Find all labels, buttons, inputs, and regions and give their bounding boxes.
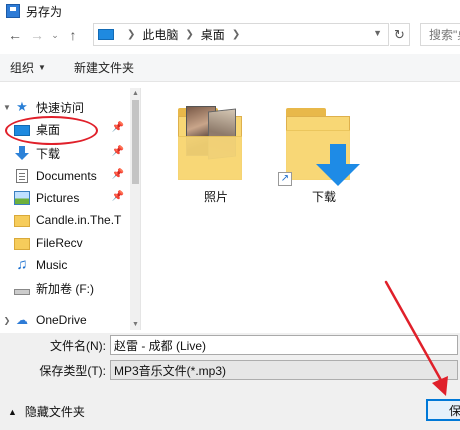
sidebar-item-label: 桌面 xyxy=(36,122,61,137)
breadcrumb-this-pc[interactable]: 此电脑 xyxy=(142,26,178,43)
sidebar-item-filerecv[interactable]: FileRecv xyxy=(0,232,128,254)
caret-up-icon: ▲ xyxy=(8,406,17,417)
file-list: 照片 ↗ 下载 xyxy=(142,88,460,330)
download-icon xyxy=(14,146,30,160)
sidebar-item-label: Music xyxy=(36,258,68,272)
photo-folder-icon xyxy=(178,106,242,180)
sidebar-item-quick-access[interactable]: ▼ ★ 快速访问 xyxy=(0,96,128,118)
file-item-label: 照片 xyxy=(203,190,228,204)
download-folder-icon: ↗ xyxy=(278,108,360,186)
pictures-icon xyxy=(14,191,30,205)
file-item-downloads[interactable]: ↗ 下载 xyxy=(274,94,374,204)
search-input[interactable]: 搜索"桌 xyxy=(420,23,460,46)
cloud-icon: ☁ xyxy=(16,313,28,327)
hide-folders-label: 隐藏文件夹 xyxy=(24,405,85,419)
sidebar-item-label: OneDrive xyxy=(36,313,87,327)
navigation-pane: ▼ ★ 快速访问 桌面 📌 下载 📌 Documents 📌 Pictures … xyxy=(0,88,141,330)
pin-icon: 📌 xyxy=(111,122,124,133)
sidebar-item-downloads[interactable]: 下载 📌 xyxy=(0,142,128,164)
sidebar-item-label: 新加卷 (F:) xyxy=(36,281,94,296)
navigation-bar: ← → ⌄ ↑ ❯ 此电脑 ❯ 桌面 ❯ ▼ ↻ 搜索"桌 xyxy=(0,22,460,48)
sidebar-item-label: Candle.in.The.T xyxy=(36,213,122,227)
refresh-button[interactable]: ↻ xyxy=(390,23,410,46)
sidebar-scrollbar[interactable]: ▲ ▼ xyxy=(130,88,140,330)
expand-chevron-icon[interactable]: ▼ xyxy=(0,103,14,112)
sidebar-item-onedrive[interactable]: ❯ ☁ OneDrive xyxy=(0,309,128,330)
scroll-up-icon[interactable]: ▲ xyxy=(132,90,139,97)
filename-label: 文件名(N): xyxy=(50,338,106,353)
organize-label: 组织 xyxy=(10,61,35,75)
forward-button[interactable]: → xyxy=(26,24,48,46)
sidebar-item-pictures[interactable]: Pictures 📌 xyxy=(0,187,128,209)
this-pc-icon xyxy=(98,29,114,40)
file-item-label: 下载 xyxy=(311,190,336,204)
sidebar-item-music[interactable]: ♫ Music xyxy=(0,254,128,276)
app-icon xyxy=(6,4,20,18)
address-bar[interactable]: ❯ 此电脑 ❯ 桌面 ❯ ▼ xyxy=(93,23,389,46)
chevron-down-icon[interactable]: ▼ xyxy=(373,28,382,38)
window-title: 另存为 xyxy=(26,4,63,19)
sidebar-item-label: FileRecv xyxy=(36,236,83,250)
command-toolbar: 组织 ▼ 新建文件夹 xyxy=(0,54,460,82)
download-arrow-icon xyxy=(316,144,360,188)
expand-chevron-icon[interactable]: ❯ xyxy=(0,316,14,325)
sidebar-item-label: 快速访问 xyxy=(36,100,85,115)
desktop-icon xyxy=(14,124,30,136)
title-bar: 另存为 xyxy=(0,0,460,22)
chevron-right-icon[interactable]: ❯ xyxy=(185,29,193,40)
filetype-label: 保存类型(T): xyxy=(39,363,106,378)
new-folder-button[interactable]: 新建文件夹 xyxy=(64,59,144,76)
sidebar-item-label: Pictures xyxy=(36,191,80,205)
sidebar-item-label: Documents xyxy=(36,169,97,183)
pin-icon: 📌 xyxy=(111,191,124,202)
sidebar-item-documents[interactable]: Documents 📌 xyxy=(0,165,128,187)
sidebar-item-drive-f[interactable]: 新加卷 (F:) xyxy=(0,277,128,299)
breadcrumb-desktop[interactable]: 桌面 xyxy=(201,26,225,43)
hide-folders-button[interactable]: ▲ 隐藏文件夹 xyxy=(8,403,85,420)
back-button[interactable]: ← xyxy=(4,24,26,46)
scroll-down-icon[interactable]: ▼ xyxy=(132,321,139,328)
organize-button[interactable]: 组织 ▼ xyxy=(0,59,56,76)
chevron-right-icon[interactable]: ❯ xyxy=(127,29,135,40)
dialog-footer: ▲ 隐藏文件夹 保 xyxy=(0,383,460,430)
chevron-right-icon[interactable]: ❯ xyxy=(232,29,240,40)
sidebar-item-desktop[interactable]: 桌面 📌 xyxy=(0,118,128,140)
save-button[interactable]: 保 xyxy=(426,399,460,421)
star-icon: ★ xyxy=(16,99,28,114)
pin-icon: 📌 xyxy=(111,169,124,180)
caret-down-icon: ▼ xyxy=(38,63,46,72)
folder-icon xyxy=(14,215,30,227)
pin-icon: 📌 xyxy=(111,146,124,157)
save-fields: 文件名(N): 赵雷 - 成都 (Live) 保存类型(T): MP3音乐文件(… xyxy=(0,333,460,383)
sidebar-item-candle[interactable]: Candle.in.The.T xyxy=(0,209,128,231)
recent-locations-button[interactable]: ⌄ xyxy=(48,24,62,46)
drive-icon xyxy=(14,288,30,295)
music-icon: ♫ xyxy=(16,256,28,273)
folder-icon xyxy=(14,238,30,250)
shortcut-arrow-icon: ↗ xyxy=(278,172,292,186)
document-icon xyxy=(16,169,28,183)
file-item-photos[interactable]: 照片 xyxy=(166,94,266,204)
filetype-select[interactable]: MP3音乐文件(*.mp3) xyxy=(110,360,458,380)
up-button[interactable]: ↑ xyxy=(62,24,84,46)
filename-field[interactable]: 赵雷 - 成都 (Live) xyxy=(110,335,458,355)
sidebar-item-label: 下载 xyxy=(36,146,61,161)
scrollbar-thumb[interactable] xyxy=(132,100,139,184)
